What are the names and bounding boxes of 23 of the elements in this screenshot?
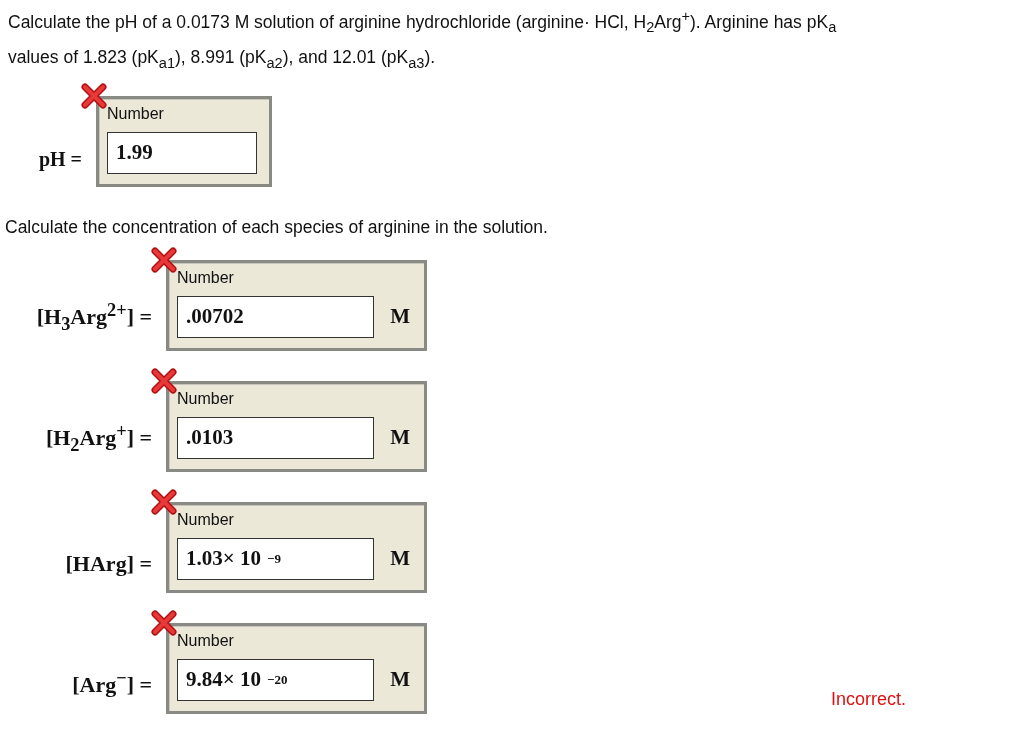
question-text: values of 1.823 (pK$_{a1}$), 8.991 (pK$_{a2}$), and 12.01 (pK$_{a3}$). (8, 46, 437, 73)
field-label: Number (177, 388, 234, 409)
unit-label: M (390, 304, 411, 330)
question-text: Calculate the pH of a 0.0173 M solution of arginine hydrochloride (arginine· HCl, H$_{2}$Arg$^{+}$). Arginine has pK$_{a}$ (8, 7, 838, 38)
feedback-text: Incorrect. (830, 688, 906, 711)
answer-field[interactable]: .0103 (177, 416, 375, 459)
unit-label: M (390, 667, 411, 693)
field-label: Number (107, 103, 164, 124)
unit-label: M (390, 425, 411, 451)
equation-label: [HArg] = (64, 550, 153, 578)
answer-field[interactable]: 9.84× 10$^{−20}$ (177, 658, 375, 701)
field-label: Number (177, 630, 234, 651)
equation-label: pH = (37, 147, 83, 173)
question-text: Calculate the concentration of each species of arginine in the solution. (5, 216, 549, 238)
field-label: Number (177, 509, 234, 530)
field-label: Number (177, 267, 234, 288)
unit-label: M (390, 546, 411, 572)
answer-field[interactable]: 1.99 (107, 131, 257, 174)
answer-field[interactable]: 1.03× 10$^{−9}$ (177, 537, 375, 580)
answer-field[interactable]: .00702 (177, 295, 375, 338)
equation-label: [H$_{2}$Arg$^{+}$] = (44, 421, 153, 457)
equation-label: [Arg$^{−}$] = (71, 667, 153, 699)
equation-label: [H$_{3}$Arg$^{2+}$] = (35, 300, 153, 336)
